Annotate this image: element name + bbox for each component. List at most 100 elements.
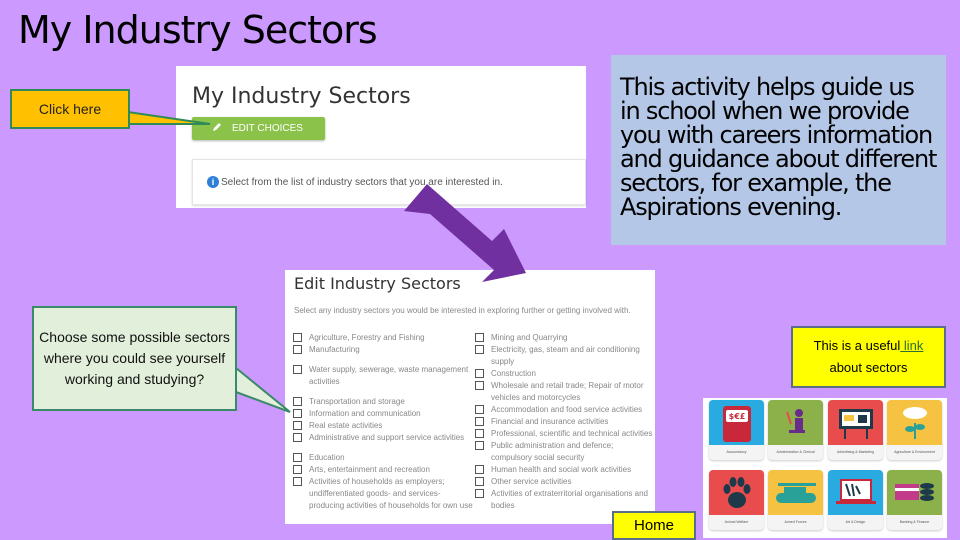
pencil-icon (212, 122, 222, 135)
desk-worker-icon (768, 400, 823, 445)
sector-option[interactable]: Activities of extraterritorial organisat… (475, 488, 655, 512)
card-label: Advertising & Marketing (837, 450, 874, 454)
sector-option[interactable]: Information and communication (293, 408, 473, 420)
option-label: Human health and social work activities (491, 465, 632, 474)
checkbox[interactable] (293, 333, 302, 342)
sector-card[interactable]: Art & Design (828, 470, 883, 530)
checkbox[interactable] (475, 477, 484, 486)
sector-option[interactable]: Transportation and storage (293, 396, 473, 408)
option-label: Real estate activities (309, 421, 383, 430)
sector-option[interactable]: Agriculture, Forestry and Fishing (293, 332, 473, 344)
checkbox[interactable] (475, 489, 484, 498)
checkbox[interactable] (293, 397, 302, 406)
card-label: Agriculture & Environment (894, 450, 935, 454)
checkbox[interactable] (293, 433, 302, 442)
explanation-text: This activity helps guide us in school w… (620, 73, 937, 221)
sector-option[interactable]: Electricity, gas, steam and air conditio… (475, 344, 655, 368)
edit-intro: Select any industry sectors you would be… (294, 306, 631, 315)
sector-card[interactable]: Animal Welfare (709, 470, 764, 530)
choose-callout-pointer (235, 365, 291, 413)
sector-option[interactable]: Human health and social work activities (475, 464, 655, 476)
sector-options-left: Agriculture, Forestry and Fishing Manufa… (293, 332, 473, 512)
home-label: Home (633, 517, 674, 534)
option-label: Transportation and storage (309, 397, 405, 406)
sector-cards-grid: $€£ Accountancy Administration & Clerica… (703, 398, 947, 538)
sector-option[interactable]: Accommodation and food service activitie… (475, 404, 655, 416)
edit-choices-button[interactable]: EDIT CHOICES (192, 117, 325, 140)
checkbox[interactable] (475, 333, 484, 342)
card-label: Banking & Finance (899, 520, 930, 524)
checkbox[interactable] (475, 417, 484, 426)
sector-option[interactable]: Activities of households as employers; u… (293, 476, 473, 512)
sector-card[interactable]: Armed Forces (768, 470, 823, 530)
option-label: Education (309, 453, 345, 462)
art-laptop-icon (828, 470, 883, 515)
checkbox[interactable] (475, 381, 484, 390)
sectors-link[interactable]: link (900, 338, 924, 353)
checkbox[interactable] (475, 465, 484, 474)
sector-card[interactable]: $€£ Accountancy (709, 400, 764, 460)
home-button[interactable]: Home (612, 511, 696, 540)
checkbox[interactable] (475, 441, 484, 450)
sector-card[interactable]: Banking & Finance (887, 470, 942, 530)
sector-option[interactable]: Real estate activities (293, 420, 473, 432)
useful-link-box: This is a useful link about sectors (791, 326, 946, 388)
option-label: Public administration and defence; compu… (491, 441, 614, 462)
checkbox[interactable] (293, 365, 302, 374)
checkbox[interactable] (293, 421, 302, 430)
link-prefix: This is a useful (813, 338, 901, 353)
option-label: Professional, scientific and technical a… (491, 429, 653, 438)
option-label: Construction (491, 369, 536, 378)
choose-sectors-text: Choose some possible sectors where you c… (39, 329, 230, 387)
edit-sectors-screenshot: Edit Industry Sectors Select any industr… (285, 270, 655, 524)
checkbox[interactable] (293, 465, 302, 474)
sector-card[interactable]: Administration & Clerical (768, 400, 823, 460)
option-label: Other service activities (491, 477, 572, 486)
paw-icon (709, 470, 764, 515)
sector-option[interactable]: Education (293, 452, 473, 464)
checkbox[interactable] (475, 345, 484, 354)
edit-heading: Edit Industry Sectors (294, 274, 461, 293)
checkbox[interactable] (293, 477, 302, 486)
sector-card[interactable]: Agriculture & Environment (887, 400, 942, 460)
click-here-callout: Click here (10, 89, 130, 129)
checkbox[interactable] (475, 369, 484, 378)
sector-options-right: Mining and Quarrying Electricity, gas, s… (475, 332, 655, 512)
option-label: Arts, entertainment and recreation (309, 465, 430, 474)
sector-option[interactable]: Public administration and defence; compu… (475, 440, 655, 464)
tank-icon (768, 470, 823, 515)
sector-option[interactable]: Construction (475, 368, 655, 380)
currency-icon: $€£ (709, 400, 764, 445)
checkbox[interactable] (475, 429, 484, 438)
info-icon: i (207, 176, 219, 188)
card-label: Accountancy (726, 450, 747, 454)
sector-option[interactable]: Wholesale and retail trade; Repair of mo… (475, 380, 655, 404)
slide-title: My Industry Sectors (18, 8, 378, 52)
checkbox[interactable] (293, 345, 302, 354)
checkbox[interactable] (475, 405, 484, 414)
my-sectors-screenshot: My Industry Sectors EDIT CHOICES i Selec… (176, 66, 586, 208)
card-label: Armed Forces (784, 520, 807, 524)
option-label: Activities of extraterritorial organisat… (491, 489, 648, 510)
info-box: i Select from the list of industry secto… (192, 159, 586, 205)
sector-option[interactable]: Water supply, sewerage, waste management… (293, 364, 473, 388)
edit-choices-label: EDIT CHOICES (232, 123, 303, 134)
svg-text:$€£: $€£ (728, 412, 745, 421)
sector-option[interactable]: Arts, entertainment and recreation (293, 464, 473, 476)
checkbox[interactable] (293, 409, 302, 418)
click-here-text: Click here (38, 101, 102, 117)
option-label: Information and communication (309, 409, 421, 418)
sector-option[interactable]: Financial and insurance activities (475, 416, 655, 428)
option-label: Electricity, gas, steam and air conditio… (491, 345, 640, 366)
option-label: Accommodation and food service activitie… (491, 405, 643, 414)
sector-card[interactable]: Advertising & Marketing (828, 400, 883, 460)
checkbox[interactable] (293, 453, 302, 462)
screenshot-heading: My Industry Sectors (192, 84, 411, 109)
card-label: Animal Welfare (724, 520, 749, 524)
sector-option[interactable]: Mining and Quarrying (475, 332, 655, 344)
sector-option[interactable]: Manufacturing (293, 344, 473, 356)
sector-option[interactable]: Other service activities (475, 476, 655, 488)
option-label: Wholesale and retail trade; Repair of mo… (491, 381, 644, 402)
sector-option[interactable]: Administrative and support service activ… (293, 432, 473, 444)
sector-option[interactable]: Professional, scientific and technical a… (475, 428, 655, 440)
